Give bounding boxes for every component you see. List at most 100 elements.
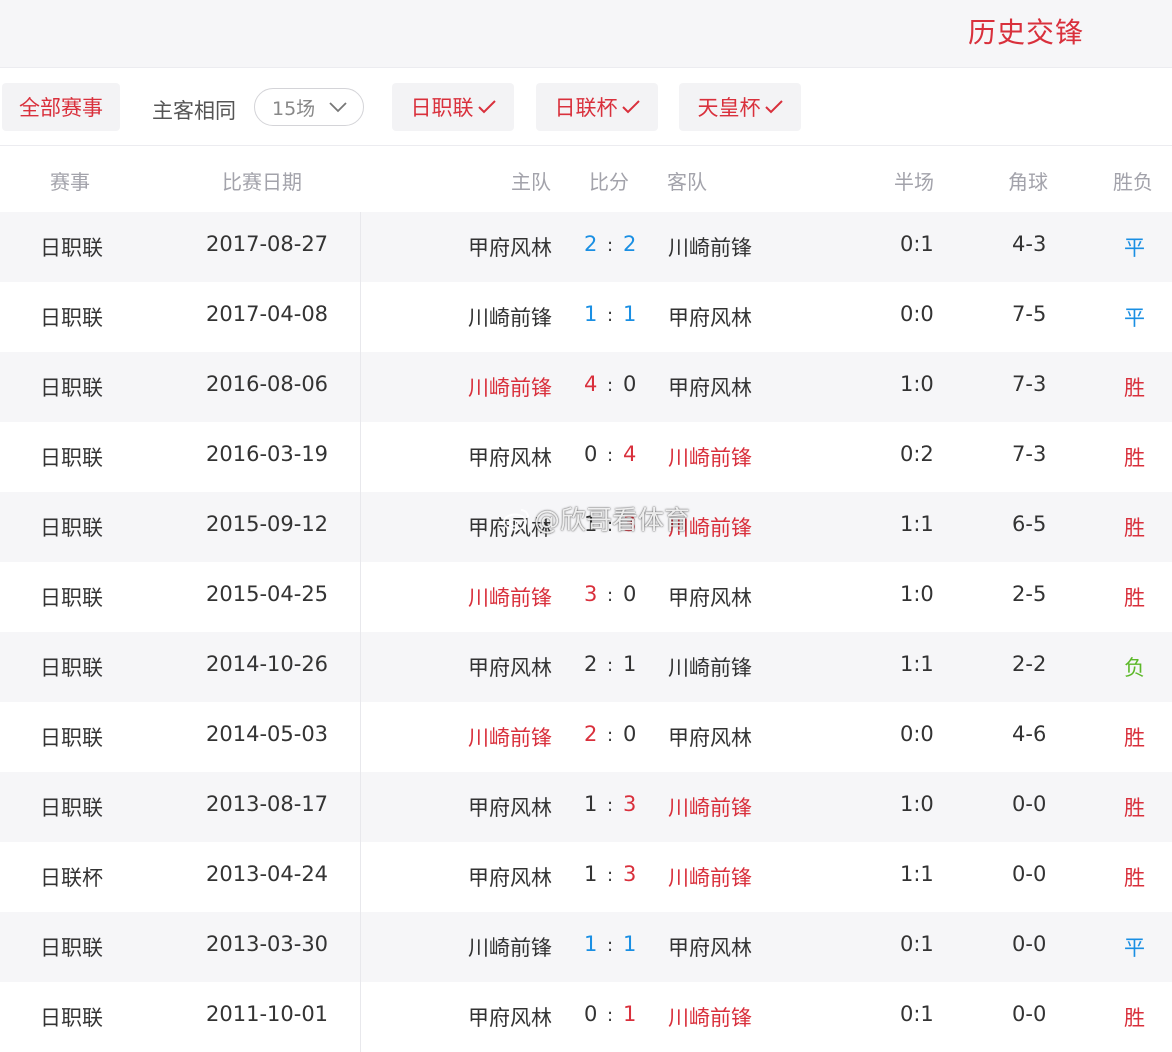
corner-count: 2-5 xyxy=(1012,582,1047,606)
home-team[interactable]: 川崎前锋 xyxy=(468,582,552,612)
match-score: 0:4 xyxy=(582,440,638,470)
match-date: 2014-05-03 xyxy=(206,722,329,746)
half-time-score: 1:1 xyxy=(900,512,934,536)
match-result: 负 xyxy=(1124,656,1145,680)
match-result: 胜 xyxy=(1124,726,1145,750)
home-team[interactable]: 甲府风林 xyxy=(468,442,552,472)
column-divider xyxy=(360,912,361,982)
away-team[interactable]: 甲府风林 xyxy=(668,302,752,332)
match-competition: 日职联 xyxy=(40,796,103,820)
table-row[interactable]: 日联杯 2013-04-24 甲府风林 1:3 川崎前锋 1:1 0-0 胜 xyxy=(0,842,1172,912)
score-separator: : xyxy=(607,1005,614,1026)
corner-count: 0-0 xyxy=(1012,1002,1047,1026)
table-row[interactable]: 日职联 2017-04-08 川崎前锋 1:1 甲府风林 0:0 7-5 平 xyxy=(0,282,1172,352)
away-goals: 0 xyxy=(623,582,637,606)
match-score: 1:1 xyxy=(582,930,638,960)
match-date: 2011-10-01 xyxy=(206,1002,329,1026)
match-score: 3:0 xyxy=(582,580,638,610)
away-team[interactable]: 川崎前锋 xyxy=(668,862,752,892)
column-divider xyxy=(360,632,361,702)
match-result: 胜 xyxy=(1124,376,1145,400)
away-team[interactable]: 甲府风林 xyxy=(668,722,752,752)
corner-count: 7-3 xyxy=(1012,372,1047,396)
away-goals: 1 xyxy=(623,302,637,326)
home-goals: 0 xyxy=(584,442,598,466)
table-row[interactable]: 日职联 2014-05-03 川崎前锋 2:0 甲府风林 0:0 4-6 胜 xyxy=(0,702,1172,772)
column-divider xyxy=(360,422,361,492)
home-team[interactable]: 川崎前锋 xyxy=(468,932,552,962)
home-team[interactable]: 甲府风林 xyxy=(468,232,552,262)
away-team[interactable]: 川崎前锋 xyxy=(668,792,752,822)
match-count-value: 15场 xyxy=(272,97,316,120)
score-separator: : xyxy=(607,305,614,326)
away-team[interactable]: 川崎前锋 xyxy=(668,1002,752,1032)
home-team[interactable]: 甲府风林 xyxy=(468,862,552,892)
half-time-score: 0:0 xyxy=(900,722,934,746)
filter-bar: 全部赛事 主客相同 15场 日职联 日联杯 天皇杯 xyxy=(0,68,1172,146)
match-competition: 日职联 xyxy=(40,936,103,960)
corner-count: 0-0 xyxy=(1012,792,1047,816)
away-team[interactable]: 甲府风林 xyxy=(668,932,752,962)
match-score: 2:2 xyxy=(582,230,638,260)
home-team[interactable]: 川崎前锋 xyxy=(468,302,552,332)
match-competition: 日职联 xyxy=(40,376,103,400)
match-score: 2:0 xyxy=(582,720,638,750)
column-divider xyxy=(360,282,361,352)
home-team[interactable]: 甲府风林 xyxy=(468,652,552,682)
match-score: 1:3 xyxy=(582,860,638,890)
table-row[interactable]: 日职联 2016-08-06 川崎前锋 4:0 甲府风林 1:0 7-3 胜 xyxy=(0,352,1172,422)
match-score: 1:3 xyxy=(582,790,638,820)
match-result: 平 xyxy=(1124,936,1145,960)
home-team[interactable]: 甲府风林 xyxy=(468,792,552,822)
away-goals: 2 xyxy=(623,232,637,256)
home-goals: 2 xyxy=(584,232,598,256)
match-date: 2016-08-06 xyxy=(206,372,329,396)
match-result: 胜 xyxy=(1124,796,1145,820)
table-row[interactable]: 日职联 2015-04-25 川崎前锋 3:0 甲府风林 1:0 2-5 胜 xyxy=(0,562,1172,632)
match-date: 2013-04-24 xyxy=(206,862,329,886)
header-bar: 历史交锋 xyxy=(0,0,1172,68)
home-team[interactable]: 川崎前锋 xyxy=(468,372,552,402)
away-team[interactable]: 川崎前锋 xyxy=(668,442,752,472)
filter-chip-j1[interactable]: 日职联 xyxy=(392,83,514,131)
half-time-score: 1:0 xyxy=(900,372,934,396)
home-goals: 4 xyxy=(584,372,598,396)
match-competition: 日联杯 xyxy=(40,866,103,890)
match-competition: 日职联 xyxy=(40,516,103,540)
away-team[interactable]: 甲府风林 xyxy=(668,372,752,402)
match-date: 2015-04-25 xyxy=(206,582,329,606)
filter-all-button[interactable]: 全部赛事 xyxy=(2,83,120,131)
away-team[interactable]: 川崎前锋 xyxy=(668,232,752,262)
table-row[interactable]: 日职联 2011-10-01 甲府风林 0:1 川崎前锋 0:1 0-0 胜 xyxy=(0,982,1172,1052)
table-row[interactable]: 日职联 2014-10-26 甲府风林 2:1 川崎前锋 1:1 2-2 负 xyxy=(0,632,1172,702)
match-competition: 日职联 xyxy=(40,726,103,750)
same-home-away-toggle[interactable]: 主客相同 xyxy=(152,95,236,125)
filter-chip-league-cup[interactable]: 日联杯 xyxy=(536,83,658,131)
col-home: 主队 xyxy=(511,170,551,194)
table-row[interactable]: 日职联 2017-08-27 甲府风林 2:2 川崎前锋 0:1 4-3 平 xyxy=(0,212,1172,282)
table-header: 赛事 比赛日期 主队 比分 客队 半场 角球 胜负 xyxy=(0,146,1172,212)
match-competition: 日职联 xyxy=(40,236,103,260)
away-team[interactable]: 川崎前锋 xyxy=(668,652,752,682)
match-score: 1:1 xyxy=(582,300,638,330)
column-divider xyxy=(360,352,361,422)
match-date: 2014-10-26 xyxy=(206,652,329,676)
home-team[interactable]: 川崎前锋 xyxy=(468,722,552,752)
column-divider xyxy=(360,842,361,912)
away-goals: 1 xyxy=(623,652,637,676)
column-divider xyxy=(360,702,361,772)
table-row[interactable]: 日职联 2013-03-30 川崎前锋 1:1 甲府风林 0:1 0-0 平 xyxy=(0,912,1172,982)
home-team[interactable]: 甲府风林 xyxy=(468,1002,552,1032)
score-separator: : xyxy=(607,375,614,396)
column-divider xyxy=(360,562,361,632)
match-date: 2013-08-17 xyxy=(206,792,329,816)
match-competition: 日职联 xyxy=(40,1006,103,1030)
away-team[interactable]: 甲府风林 xyxy=(668,582,752,612)
table-row[interactable]: 日职联 2013-08-17 甲府风林 1:3 川崎前锋 1:0 0-0 胜 xyxy=(0,772,1172,842)
match-table-body: 日职联 2017-08-27 甲府风林 2:2 川崎前锋 0:1 4-3 平日职联 2017-0… xyxy=(0,212,1172,1052)
filter-chip-emperors-cup[interactable]: 天皇杯 xyxy=(679,83,801,131)
match-score: 2:1 xyxy=(582,650,638,680)
half-time-score: 0:2 xyxy=(900,442,934,466)
match-count-select[interactable]: 15场 xyxy=(254,88,364,126)
table-row[interactable]: 日职联 2016-03-19 甲府风林 0:4 川崎前锋 0:2 7-3 胜 xyxy=(0,422,1172,492)
